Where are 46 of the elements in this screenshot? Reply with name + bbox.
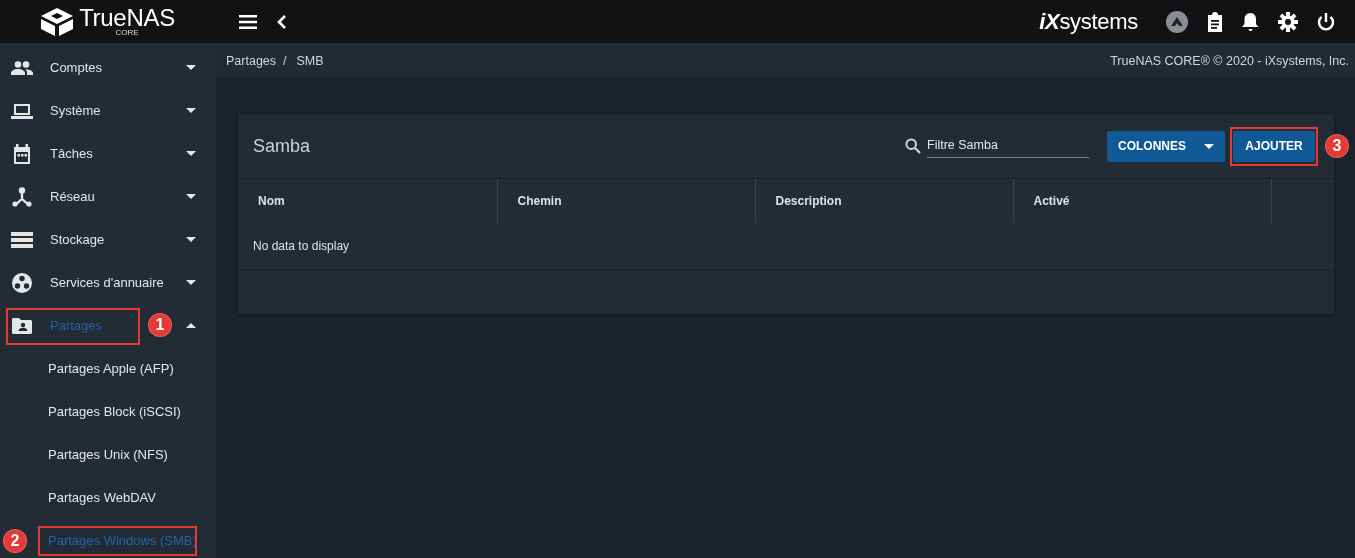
cube-logo-icon [41, 7, 74, 36]
nav-item[interactable]: Tâches [0, 132, 216, 175]
breadcrumb-item[interactable]: Partages [226, 53, 277, 68]
column-header[interactable]: Description [775, 194, 842, 208]
empty-message: No data to display [253, 239, 350, 253]
power-icon[interactable] [1317, 11, 1335, 32]
breadcrumb-item: SMB [296, 53, 324, 68]
step-number: 3 [1325, 133, 1349, 158]
nav-item[interactable]: Réseau [0, 175, 216, 218]
add-button[interactable]: AJOUTER [1233, 130, 1315, 162]
laptop-icon [11, 102, 33, 119]
nav-item[interactable]: Services d'annuaire [0, 261, 216, 304]
menu-icon[interactable] [239, 14, 257, 29]
people-icon [11, 60, 33, 75]
nav-subitem[interactable]: Partages Block (iSCSI) [0, 390, 216, 433]
filter-field[interactable]: Filtre Samba [927, 134, 1089, 158]
nav-subitem[interactable]: Partages Unix (NFS) [0, 433, 216, 476]
search-icon [905, 138, 921, 154]
collapse-icon[interactable] [277, 14, 287, 29]
nav-subitem[interactable]: Partages Apple (AFP) [0, 347, 216, 390]
nav-item[interactable]: Système [0, 89, 216, 132]
settings-icon[interactable] [1278, 11, 1298, 32]
breadcrumb-separator: / [283, 53, 287, 68]
step-number: 2 [3, 529, 27, 553]
bell-icon[interactable] [1242, 11, 1259, 32]
clipboard-icon[interactable] [1207, 11, 1223, 32]
logo-text: TrueNAS [79, 6, 175, 30]
nav-item[interactable]: Comptes [0, 46, 216, 89]
card-title: Samba [253, 135, 312, 157]
status-icon[interactable] [1166, 10, 1188, 33]
calendar-icon [13, 143, 31, 164]
vendor-logo: iXsystems [1039, 8, 1138, 35]
columns-button[interactable]: COLONNES [1107, 130, 1225, 162]
column-header[interactable]: Activé [1033, 194, 1070, 208]
folder-icon [12, 317, 32, 334]
directory-icon [12, 272, 32, 293]
nav-subitem[interactable]: Partages WebDAV [0, 476, 216, 519]
copyright-text: TrueNAS CORE® © 2020 - iXsystems, Inc. [1110, 53, 1349, 68]
caret-down-icon [1204, 143, 1214, 149]
column-header[interactable]: Nom [258, 194, 285, 208]
nav-item[interactable]: Stockage [0, 218, 216, 261]
step-number: 1 [148, 313, 172, 337]
logo-subtitle: CORE [115, 29, 139, 37]
network-icon [12, 186, 32, 207]
storage-icon [11, 231, 33, 248]
column-header[interactable]: Chemin [517, 194, 562, 208]
